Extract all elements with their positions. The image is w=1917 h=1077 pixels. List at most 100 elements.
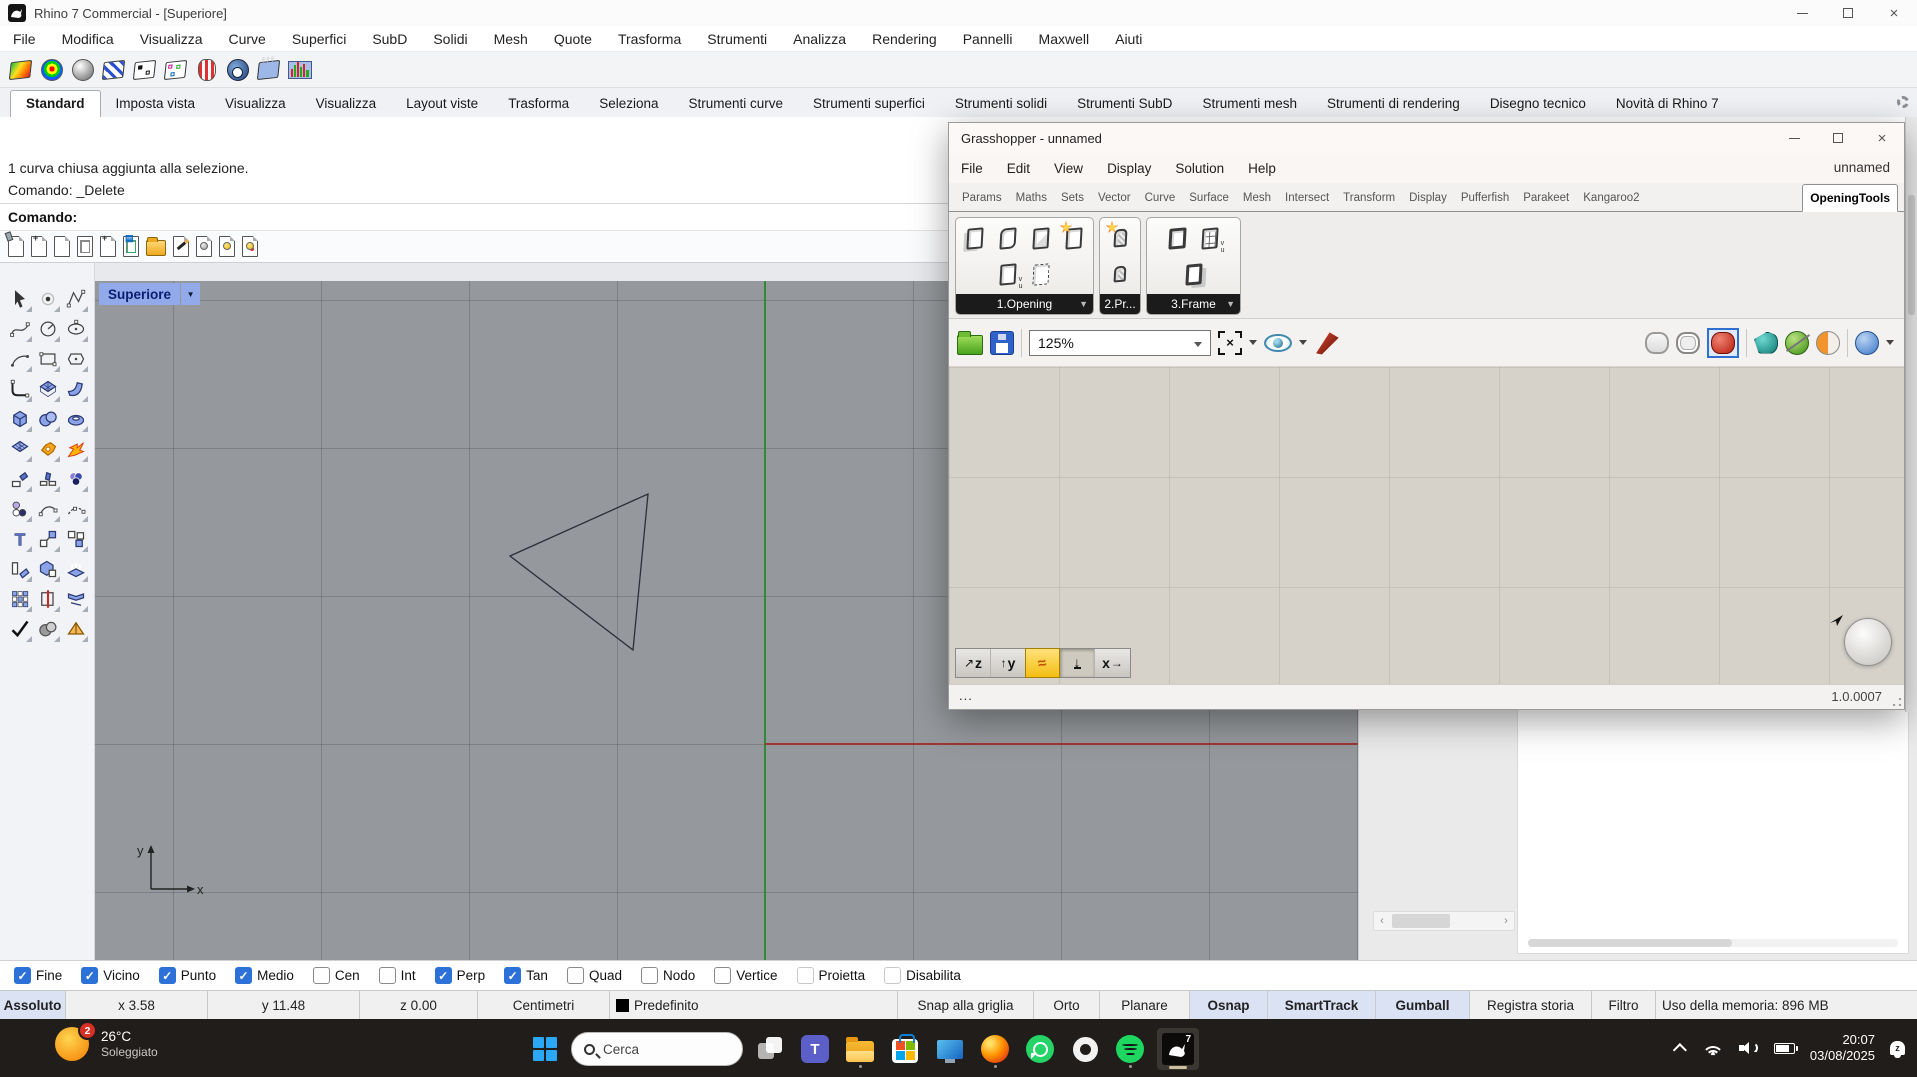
viewport-title[interactable]: Superiore ▼ <box>99 283 201 305</box>
tool-text-icon[interactable]: T <box>7 525 33 553</box>
tool-ellipse-icon[interactable] <box>63 315 89 343</box>
gh-status-dots[interactable]: ... <box>959 688 973 703</box>
chevron-down-icon[interactable] <box>1249 340 1257 345</box>
menu-rendering[interactable]: Rendering <box>859 26 950 52</box>
osnap-fine[interactable]: ✓ Fine <box>14 967 62 984</box>
checkbox-checked-icon[interactable]: ✓ <box>235 967 253 984</box>
yellow-bulb-document-icon[interactable] <box>219 236 235 257</box>
checkbox-checked-icon[interactable]: ✓ <box>158 967 176 984</box>
rhino-taskbar-button[interactable]: 7 <box>1157 1028 1199 1070</box>
shaded-preview-icon[interactable] <box>1711 331 1735 354</box>
color-bulb-document-icon[interactable] <box>242 236 258 257</box>
tray-chevron-icon[interactable] <box>1672 1043 1687 1058</box>
tool-polygon-icon[interactable] <box>63 345 89 373</box>
gh-tab-params[interactable]: Params <box>955 185 1009 211</box>
tool-move-icon[interactable] <box>35 525 61 553</box>
zebra-analysis-icon[interactable] <box>101 57 126 82</box>
checkbox-checked-icon[interactable]: ✓ <box>14 967 31 984</box>
tab-strumenti-curve[interactable]: Strumenti curve <box>674 91 799 117</box>
tool-render-pyramid-icon[interactable] <box>63 615 89 643</box>
tool-control-curve-icon[interactable] <box>7 315 33 343</box>
gh-menu-edit[interactable]: Edit <box>995 161 1042 176</box>
gh-tab-kangaroo2[interactable]: Kangaroo2 <box>1576 185 1646 211</box>
tool-bend-surface-icon[interactable] <box>63 375 89 403</box>
gh-minimize-button[interactable] <box>1772 123 1816 153</box>
stack-document-icon[interactable]: + <box>97 233 116 260</box>
gear-icon[interactable] <box>1897 96 1909 108</box>
frame-grid-component-icon[interactable]: vu <box>1194 220 1227 256</box>
tool-array-icon[interactable] <box>7 585 33 613</box>
osnap-cen[interactable]: Cen <box>312 967 360 984</box>
align-x-icon[interactable]: x → <box>1095 649 1130 677</box>
weather-widget[interactable]: 2 26°C Soleggiato <box>55 1021 158 1061</box>
menu-analizza[interactable]: Analizza <box>780 26 859 52</box>
disable-preview-icon[interactable] <box>1785 330 1809 355</box>
wireframe-preview-icon[interactable] <box>1645 331 1669 354</box>
status-assoluto[interactable]: Assoluto <box>0 991 66 1019</box>
menu-file[interactable]: File <box>0 26 49 52</box>
firefox-button[interactable] <box>977 1029 1013 1069</box>
align-y-icon[interactable]: ↑ y <box>991 649 1026 677</box>
frame-double-component-icon[interactable] <box>1177 256 1210 292</box>
taskbar-clock[interactable]: 20:07 03/08/2025 <box>1810 1032 1875 1064</box>
spot-map-icon[interactable] <box>132 57 157 82</box>
gh-tab-pufferfish[interactable]: Pufferfish <box>1454 185 1516 211</box>
gh-tab-display[interactable]: Display <box>1402 185 1454 211</box>
opening-uv-component-icon[interactable]: vu <box>992 256 1025 292</box>
tool-mesh-surface-icon[interactable] <box>7 435 33 463</box>
tool-scale-icon[interactable] <box>7 555 33 583</box>
tab-strumenti-solidi[interactable]: Strumenti solidi <box>940 91 1062 117</box>
opening-dotted-component-icon[interactable] <box>1025 256 1058 292</box>
tab-strumenti-mesh[interactable]: Strumenti mesh <box>1187 91 1312 117</box>
tool-torus-icon[interactable] <box>63 405 89 433</box>
scroll-right-icon[interactable]: › <box>1498 915 1514 927</box>
menu-quote[interactable]: Quote <box>541 26 605 52</box>
gh-close-button[interactable]: × <box>1860 123 1904 153</box>
checkbox-icon[interactable] <box>640 967 658 984</box>
tool-circle-icon[interactable] <box>35 315 61 343</box>
pencil-document-icon[interactable] <box>173 236 190 257</box>
shaded-preview-selected[interactable] <box>1707 327 1739 358</box>
chevron-down-icon[interactable] <box>1299 340 1307 345</box>
tool-surface-points-icon[interactable] <box>35 375 61 403</box>
checkbox-checked-icon[interactable]: ✓ <box>81 967 99 984</box>
gh-group-label[interactable]: 2.Pr... <box>1100 294 1140 314</box>
tool-check-select-icon[interactable] <box>7 615 33 643</box>
gh-maximize-button[interactable] <box>1816 123 1860 153</box>
status-layer[interactable]: Predefinito <box>610 991 898 1019</box>
microsoft-store-button[interactable] <box>887 1029 923 1069</box>
tool-boolean-union-icon[interactable] <box>35 435 61 463</box>
menu-mesh[interactable]: Mesh <box>481 26 541 52</box>
gh-tab-openingtools[interactable]: OpeningTools <box>1802 184 1898 212</box>
spray-document-icon[interactable] <box>4 231 24 257</box>
camera-sphere-icon[interactable] <box>225 57 250 82</box>
chevron-down-icon[interactable] <box>1886 340 1894 345</box>
checkbox-icon[interactable] <box>312 967 330 984</box>
status-snap-griglia[interactable]: Snap alla griglia <box>898 991 1034 1019</box>
rainbow-sphere-icon[interactable] <box>39 57 64 82</box>
checkbox-disabled-icon[interactable] <box>796 967 814 984</box>
gh-group-label[interactable]: 3.Frame ▼ <box>1147 294 1240 314</box>
new-document-icon[interactable]: + <box>31 233 47 257</box>
battery-icon[interactable] <box>1773 1042 1798 1054</box>
tab-novita-rhino7[interactable]: Novità di Rhino 7 <box>1601 91 1734 117</box>
menu-modifica[interactable]: Modifica <box>49 26 127 52</box>
chatgpt-button[interactable] <box>1067 1029 1103 1069</box>
tab-layout-viste[interactable]: Layout viste <box>391 91 493 117</box>
tool-color-blend-icon[interactable] <box>63 465 89 493</box>
chevron-down-icon[interactable]: ▼ <box>1079 299 1088 309</box>
chevron-down-icon[interactable]: ▼ <box>1226 299 1235 309</box>
dock-vscrollbar[interactable] <box>1905 117 1917 712</box>
menu-subd[interactable]: SubD <box>359 26 420 52</box>
menu-aiuti[interactable]: Aiuti <box>1102 26 1155 52</box>
preview-arrow-icon[interactable] <box>1754 331 1778 354</box>
notification-bell-icon[interactable]: z <box>1890 1041 1905 1058</box>
tab-visualizza-2[interactable]: Visualizza <box>301 91 392 117</box>
tab-standard[interactable]: Standard <box>10 90 101 117</box>
striped-can-icon[interactable] <box>194 57 219 82</box>
checkbox-checked-icon[interactable]: ✓ <box>434 967 452 984</box>
status-planare[interactable]: Planare <box>1100 991 1190 1019</box>
opening-component-icon[interactable] <box>959 220 992 256</box>
scrollbar-thumb[interactable] <box>1392 914 1450 928</box>
tool-rectangle-icon[interactable] <box>35 345 61 373</box>
